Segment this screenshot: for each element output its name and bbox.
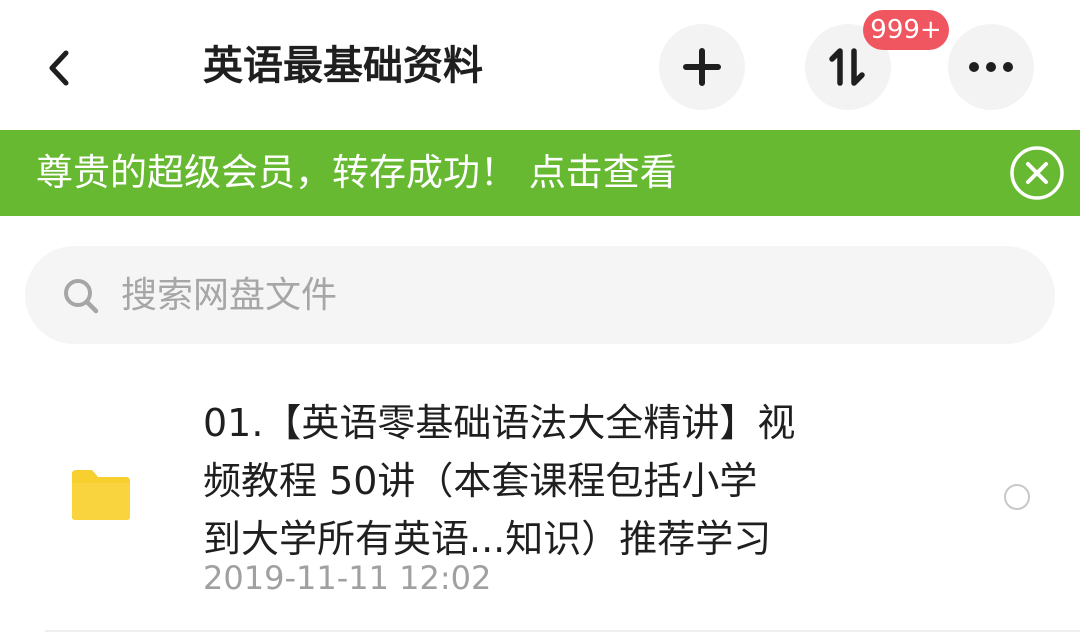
file-name-line: 01.【英语零基础语法大全精讲】视 <box>203 401 796 445</box>
transfer-sort-icon <box>829 48 865 86</box>
search-input[interactable] <box>121 268 1001 322</box>
add-button[interactable] <box>659 24 745 110</box>
page-title: 英语最基础资料 <box>203 43 483 89</box>
folder-icon <box>72 470 130 520</box>
close-circle-icon <box>1010 146 1064 200</box>
file-date: 2019-11-11 12:02 <box>203 559 492 597</box>
file-name: 01.【英语零基础语法大全精讲】视 频教程 50讲（本套课程包括小学 到大学所有… <box>203 394 893 568</box>
banner-message: 尊贵的超级会员，转存成功！ 点击查看 <box>36 151 677 194</box>
back-button[interactable] <box>30 38 90 98</box>
more-dots-icon <box>969 62 1013 72</box>
file-select-checkbox[interactable] <box>1004 484 1030 510</box>
banner-close-button[interactable] <box>1008 144 1066 202</box>
list-divider <box>45 630 1080 632</box>
plus-icon <box>683 48 721 86</box>
search-icon <box>64 279 99 314</box>
file-name-line: 频教程 50讲（本套课程包括小学 <box>203 459 758 503</box>
search-bar[interactable] <box>25 246 1055 344</box>
chevron-left-icon <box>49 50 69 86</box>
file-list-item[interactable]: 01.【英语零基础语法大全精讲】视 频教程 50讲（本套课程包括小学 到大学所有… <box>0 380 1080 630</box>
success-banner[interactable]: 尊贵的超级会员，转存成功！ 点击查看 <box>0 130 1080 216</box>
more-button[interactable] <box>948 24 1034 110</box>
transfer-count-badge: 999+ <box>863 10 949 50</box>
top-bar: 英语最基础资料 999+ <box>0 0 1080 130</box>
